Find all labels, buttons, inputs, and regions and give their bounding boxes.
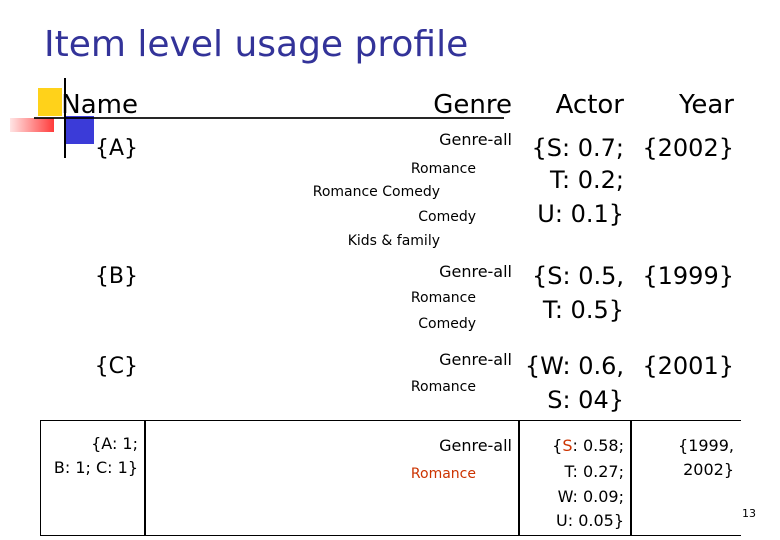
row-a-actor-line2: T: 0.2; [550,166,624,194]
decor-blue-square [66,116,94,144]
summary-actor-brace: { [552,436,563,455]
summary-year-line2: 2002} [683,460,734,479]
summary-actor-line2: T: 0.27; [564,462,624,481]
summary-genre-all: Genre-all [439,436,512,455]
row-a-genre-comedy: Comedy [418,209,476,225]
slide-title: Item level usage profile [44,24,469,65]
summary-actor-s-highlight: S [562,436,573,455]
row-a-genre-all: Genre-all [439,130,512,149]
decor-yellow-square [38,88,62,116]
summary-actor-line4: U: 0.05} [556,511,624,530]
summary-year-line1: {1999, [678,436,734,455]
summary-name-line2: B: 1; C: 1} [53,458,138,477]
row-b-actor-line1: {S: 0.5, [531,262,624,290]
summary-actor-line3: W: 0.09; [557,487,624,506]
header-actor: Actor [555,90,624,120]
row-c-actor-line1: {W: 0.6, [524,352,624,380]
row-a-genre-kids-family: Kids & family [347,233,440,249]
row-c-actor-line2: S: 04} [547,386,624,414]
page-number: 13 [742,507,756,520]
summary-genre-romance: Romance [410,466,476,482]
row-a-genre-romance-comedy: Romance Comedy [312,184,440,200]
summary-name-line1: {A: 1; [91,434,138,453]
row-b-genre-all: Genre-all [439,262,512,281]
summary-actor-s-value: : 0.58; [572,436,625,455]
row-c-year: {2001} [642,352,734,380]
summary-actor-line1: {S: 0.58; [552,436,624,455]
row-a-actor-line3: U: 0.1} [537,200,624,228]
row-a-actor-line1: {S: 0.7; [531,134,624,162]
row-b-actor-line2: T: 0.5} [542,296,624,324]
header-genre: Genre [433,90,512,120]
row-b-name: {B} [94,264,138,289]
header-year: Year [678,90,734,120]
row-b-genre-comedy: Comedy [418,316,476,332]
header-name: Name [61,90,138,120]
row-b-year: {1999} [642,262,734,290]
row-a-year: {2002} [642,134,734,162]
row-a-name: {A} [94,136,138,161]
row-c-genre-all: Genre-all [439,350,512,369]
decor-red-bar [10,118,54,132]
row-c-genre-romance: Romance [410,379,476,395]
row-c-name: {C} [94,354,138,379]
row-a-genre-romance: Romance [410,161,476,177]
row-b-genre-romance: Romance [410,290,476,306]
